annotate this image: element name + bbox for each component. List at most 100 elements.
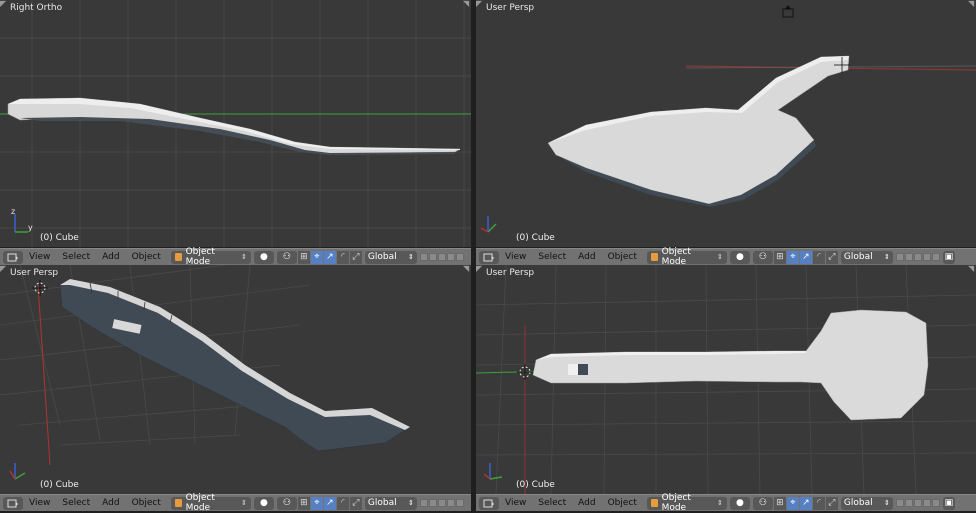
menu-add[interactable]: Add [572,249,601,265]
area-split-corner[interactable]: ◤ [476,265,484,273]
layer-buttons[interactable] [895,499,941,507]
rotate-icon[interactable]: ◜ [336,250,349,264]
orientation-select[interactable]: Global ⇕ [364,250,417,264]
translate-icon[interactable]: ↗ [323,250,336,264]
layer-icon[interactable]: ⊞ [773,250,786,264]
camera-icon [782,5,794,18]
menu-select[interactable]: Select [56,249,96,265]
chevron-updown-icon: ⇕ [717,499,723,507]
layer-icon[interactable]: ⊞ [297,496,310,510]
editor-type-icon[interactable] [3,250,23,264]
svg-text:z: z [11,207,15,216]
menu-object[interactable]: Object [602,249,643,265]
pivot-icon[interactable]: ⚇ [752,496,773,510]
axis-gizmo [9,463,26,480]
active-object-label: (0) Cube [516,480,555,490]
editor-type-icon[interactable] [3,496,23,510]
menu-object[interactable]: Object [126,495,167,511]
pivot-icon[interactable]: ⚇ [276,496,297,510]
manipulator-icon[interactable]: ⌖ [310,496,323,510]
editor-type-icon[interactable] [479,250,499,264]
manipulator-icon[interactable]: ⌖ [786,496,799,510]
viewport-header: View Select Add Object Object Mode ⇕ ● ⚇… [476,247,976,267]
rotate-icon[interactable]: ◜ [336,496,349,510]
shading-sphere-icon[interactable]: ● [729,250,750,264]
axis-gizmo [483,463,503,480]
scale-icon[interactable]: ⤢ [349,496,362,510]
mode-select[interactable]: Object Mode ⇕ [646,493,727,513]
pivot-icon[interactable]: ⚇ [276,250,297,264]
translate-icon[interactable]: ↗ [323,496,336,510]
menu-view[interactable]: View [23,249,56,265]
scale-icon[interactable]: ⤢ [825,496,838,510]
manipulator-icon[interactable]: ⌖ [310,250,323,264]
viewport-scene [476,265,976,494]
shading-sphere-icon[interactable]: ● [253,250,274,264]
viewport-title: Right Ortho [10,3,63,13]
menu-add[interactable]: Add [96,495,125,511]
viewport-right-ortho[interactable]: y z Right Ortho (0) Cube ◤ ◥ [0,0,471,247]
editor-type-icon[interactable] [479,496,499,510]
area-split-corner[interactable]: ◥ [463,265,471,273]
chevron-updown-icon: ⇕ [717,253,723,261]
orientation-select[interactable]: Global ⇕ [364,496,417,510]
3d-cursor [32,280,48,296]
viewport-scene [0,265,411,480]
menu-select[interactable]: Select [56,495,96,511]
layer-icon[interactable]: ⊞ [297,250,310,264]
translate-icon[interactable]: ↗ [799,250,812,264]
layer-buttons[interactable] [895,253,941,261]
mode-select[interactable]: Object Mode ⇕ [170,493,251,513]
cube-icon [650,253,658,261]
menu-view[interactable]: View [499,495,532,511]
viewport-user-persp-top[interactable]: User Persp (0) Cube ◤ ◥ [476,0,976,247]
viewport-user-persp-bottom-right[interactable]: User Persp (0) Cube ◤ ◥ [476,265,976,494]
viewport-header: View Select Add Object Object Mode ⇕ ● ⚇… [476,493,976,513]
area-split-corner[interactable]: ◥ [968,265,976,273]
axis-gizmo [480,216,497,233]
cube-icon [174,253,182,261]
menu-object[interactable]: Object [602,495,643,511]
area-split-corner[interactable]: ◥ [968,0,976,8]
menu-select[interactable]: Select [532,249,572,265]
orientation-select[interactable]: Global ⇕ [840,250,893,264]
camera-icon[interactable]: ▣ [942,250,955,264]
camera-icon[interactable]: ▣ [942,496,955,510]
viewport-scene: y z [0,0,471,247]
manipulator-icon[interactable]: ⌖ [786,250,799,264]
menu-select[interactable]: Select [532,495,572,511]
rotate-icon[interactable]: ◜ [812,496,825,510]
translate-icon[interactable]: ↗ [799,496,812,510]
menu-object[interactable]: Object [126,249,167,265]
chevron-updown-icon: ⇕ [241,253,247,261]
viewport-title: User Persp [486,3,535,13]
viewport-scene [480,5,976,233]
mode-select[interactable]: Object Mode ⇕ [170,247,251,267]
active-object-label: (0) Cube [40,233,79,243]
menu-view[interactable]: View [23,495,56,511]
layer-icon[interactable]: ⊞ [773,496,786,510]
menu-add[interactable]: Add [572,495,601,511]
mode-select[interactable]: Object Mode ⇕ [646,247,727,267]
area-split-corner[interactable]: ◤ [0,0,8,8]
area-split-corner[interactable]: ◥ [463,0,471,8]
viewport-title: User Persp [10,268,59,278]
cube-icon [650,499,658,507]
shading-sphere-icon[interactable]: ● [253,496,274,510]
pivot-icon[interactable]: ⚇ [752,250,773,264]
scale-icon[interactable]: ⤢ [349,250,362,264]
area-split-corner[interactable]: ◤ [476,0,484,8]
viewport-title: User Persp [486,268,535,278]
rotate-icon[interactable]: ◜ [812,250,825,264]
viewport-user-persp-bottom-left[interactable]: User Persp (0) Cube ◤ ◥ [0,265,471,494]
svg-text:y: y [28,223,33,232]
area-split-corner[interactable]: ◤ [0,265,8,273]
scale-icon[interactable]: ⤢ [825,250,838,264]
active-object-label: (0) Cube [40,480,79,490]
menu-view[interactable]: View [499,249,532,265]
menu-add[interactable]: Add [96,249,125,265]
layer-buttons[interactable] [419,499,465,507]
shading-sphere-icon[interactable]: ● [729,496,750,510]
layer-buttons[interactable] [419,253,465,261]
orientation-select[interactable]: Global ⇕ [840,496,893,510]
